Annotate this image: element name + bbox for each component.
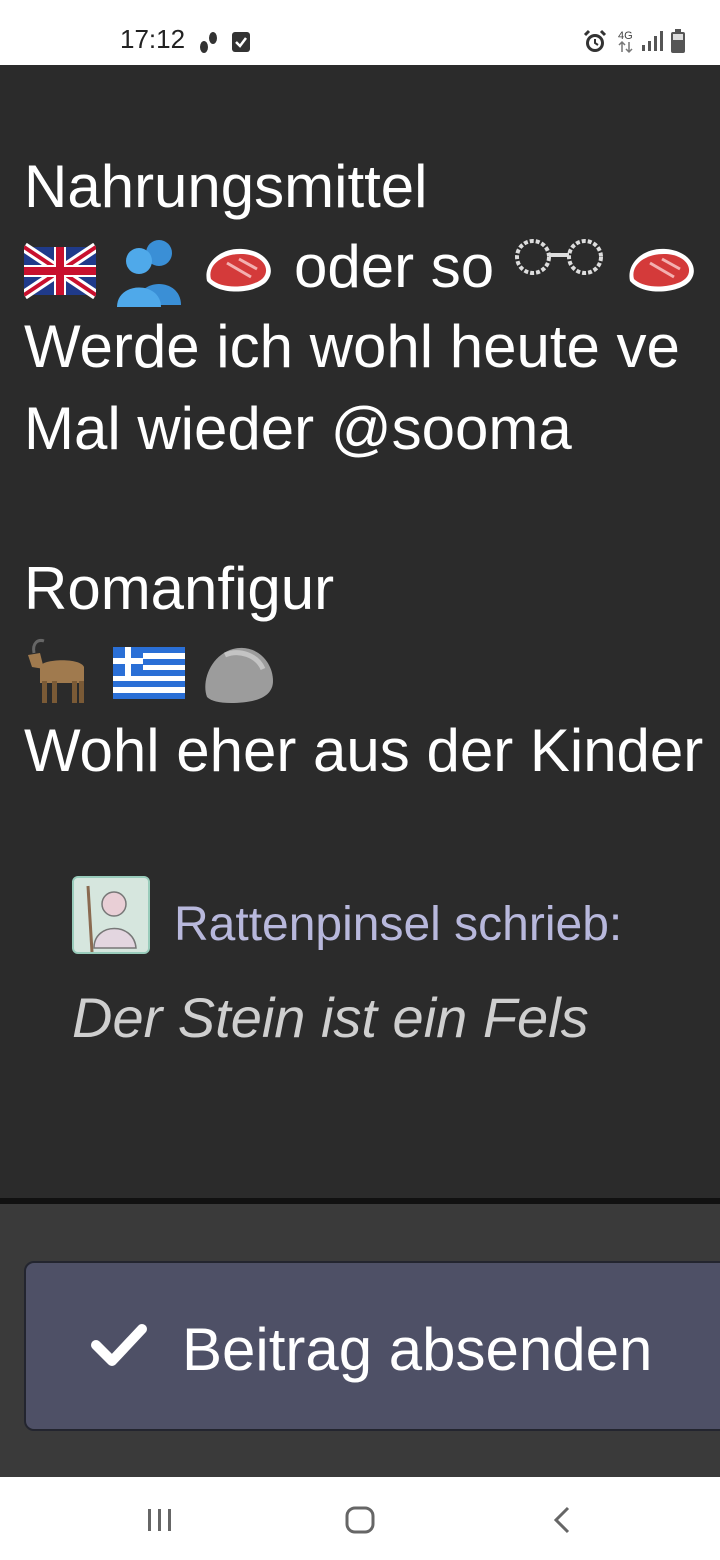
svg-text:4G: 4G — [618, 30, 633, 42]
action-panel: Beitrag absenden — [0, 1204, 720, 1477]
glasses-icon — [514, 239, 603, 275]
quote-text: Der Stein ist ein Fels — [72, 986, 589, 1049]
network-4g-icon: 4G — [618, 30, 633, 54]
post-editor[interactable]: Nahrungsmittel oder so Werde ich wohl he… — [0, 65, 720, 1198]
greece-flag-icon — [112, 647, 185, 699]
line-wohl-eher: Wohl eher aus der Kinder — [24, 717, 704, 784]
quote-author: Rattenpinsel schrieb: — [174, 898, 623, 951]
text-oder-so: oder so — [294, 232, 495, 300]
rock-icon — [205, 647, 274, 703]
status-bar: 17:12 4G — [0, 0, 720, 65]
goat-icon — [28, 639, 84, 703]
steps-icon — [200, 32, 217, 53]
line-werde-ich: Werde ich wohl heute ve — [24, 313, 680, 380]
back-icon[interactable] — [552, 1505, 572, 1535]
people-hugging-icon — [116, 240, 181, 307]
home-icon[interactable] — [344, 1505, 376, 1535]
recent-apps-icon[interactable] — [146, 1507, 174, 1533]
status-time: 17:12 — [120, 24, 186, 54]
system-nav-bar — [0, 1477, 720, 1560]
checkmark-icon — [91, 1324, 147, 1366]
emoji-line-1: oder so — [24, 235, 700, 307]
check-square-icon — [232, 32, 250, 52]
avatar-image-icon — [74, 878, 148, 952]
uk-flag-icon — [24, 243, 96, 299]
emoji-line-2 — [24, 637, 277, 709]
steak-icon — [206, 248, 272, 292]
avatar — [72, 876, 150, 954]
line-nahrungsmittel: Nahrungsmittel — [24, 153, 428, 220]
line-romanfigur: Romanfigur — [24, 555, 335, 622]
steak-icon — [628, 248, 694, 292]
line-mal-wieder: Mal wieder @sooma — [24, 395, 572, 462]
submit-post-button[interactable]: Beitrag absenden — [24, 1261, 720, 1431]
alarm-icon — [583, 29, 607, 52]
battery-icon — [671, 29, 685, 53]
signal-icon — [642, 31, 663, 51]
submit-label: Beitrag absenden — [182, 1316, 653, 1383]
